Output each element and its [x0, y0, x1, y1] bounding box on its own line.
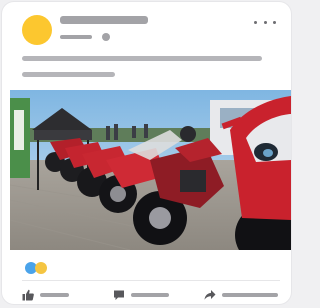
privacy-icon	[102, 33, 110, 41]
comment-button[interactable]	[113, 288, 169, 302]
reaction-summary[interactable]	[25, 262, 55, 274]
share-label-skeleton	[222, 293, 278, 297]
post-card	[2, 2, 291, 304]
comment-icon	[114, 290, 124, 300]
avatar[interactable]	[22, 15, 52, 45]
action-divider	[22, 280, 280, 281]
post-image[interactable]	[10, 90, 291, 250]
share-button[interactable]	[204, 288, 278, 302]
more-horizontal-icon[interactable]	[254, 14, 276, 30]
post-meta-skeleton	[60, 35, 92, 39]
like-button[interactable]	[22, 288, 69, 302]
author-name-skeleton[interactable]	[60, 16, 148, 24]
share-icon	[204, 290, 216, 300]
like-label-skeleton	[40, 293, 69, 297]
thumbs-up-icon	[22, 289, 34, 301]
comment-label-skeleton	[131, 293, 169, 297]
love-reaction-icon	[35, 262, 47, 274]
post-text-skeleton-line-2	[22, 72, 115, 77]
post-text-skeleton-line-1	[22, 56, 262, 61]
